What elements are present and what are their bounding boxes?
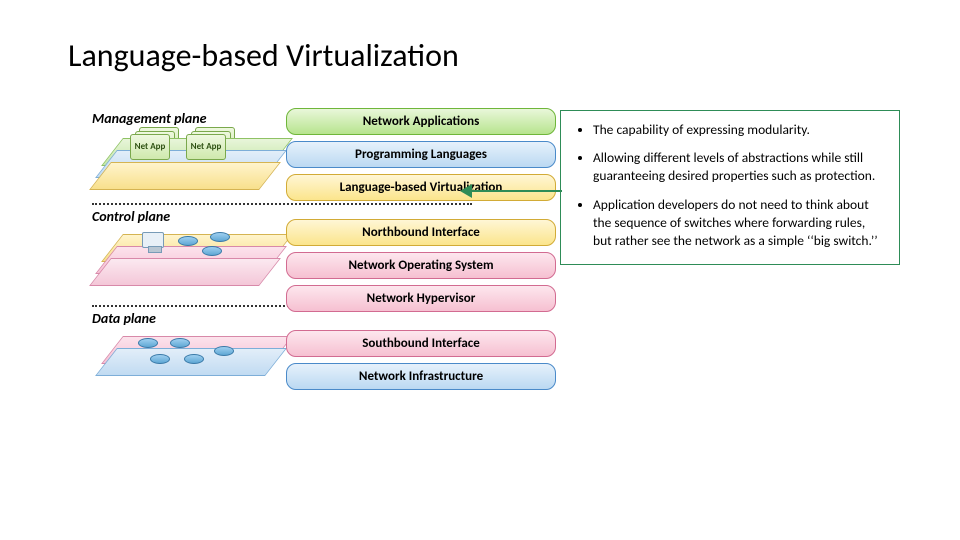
switch-icon-1 (138, 338, 158, 348)
net-app-box-1: Net App (130, 134, 170, 160)
router-icon-2 (202, 246, 222, 256)
box-language-based-virtualization: Language-based Virtualization (286, 174, 556, 201)
callout-box: The capability of expressing modularity.… (560, 110, 900, 265)
switch-icon-4 (184, 354, 204, 364)
box-programming-languages: Programming Languages (286, 141, 556, 168)
callout-item: Application developers do not need to th… (593, 196, 885, 251)
computer-icon (142, 232, 164, 248)
router-icon-3 (210, 232, 230, 242)
layer-control-front (89, 258, 281, 286)
architecture-diagram: Management plane Net App Net App Control… (92, 108, 572, 478)
box-network-applications: Network Applications (286, 108, 556, 135)
diagram-right-column: Network Applications Programming Languag… (286, 108, 556, 478)
router-icon-1 (178, 236, 198, 246)
slide-title: Language-based Virtualization (68, 36, 459, 75)
box-northbound-interface: Northbound Interface (286, 219, 556, 246)
switch-icon-2 (170, 338, 190, 348)
arrow-line (468, 190, 562, 192)
label-management-plane: Management plane (92, 110, 207, 127)
label-data-plane: Data plane (92, 310, 156, 327)
label-control-plane: Control plane (92, 208, 170, 225)
callout-item: The capability of expressing modularity. (593, 121, 885, 139)
switch-icon-3 (150, 354, 170, 364)
box-network-infrastructure: Network Infrastructure (286, 363, 556, 390)
arrow-head-icon (460, 184, 472, 198)
box-network-operating-system: Network Operating System (286, 252, 556, 279)
diagram-left-column: Management plane Net App Net App Control… (92, 108, 276, 478)
box-network-hypervisor: Network Hypervisor (286, 285, 556, 312)
switch-icon-5 (214, 346, 234, 356)
net-app-box-2: Net App (186, 134, 226, 160)
box-southbound-interface: Southbound Interface (286, 330, 556, 357)
callout-item: Allowing different levels of abstraction… (593, 149, 885, 185)
layer-management-front (89, 162, 281, 190)
